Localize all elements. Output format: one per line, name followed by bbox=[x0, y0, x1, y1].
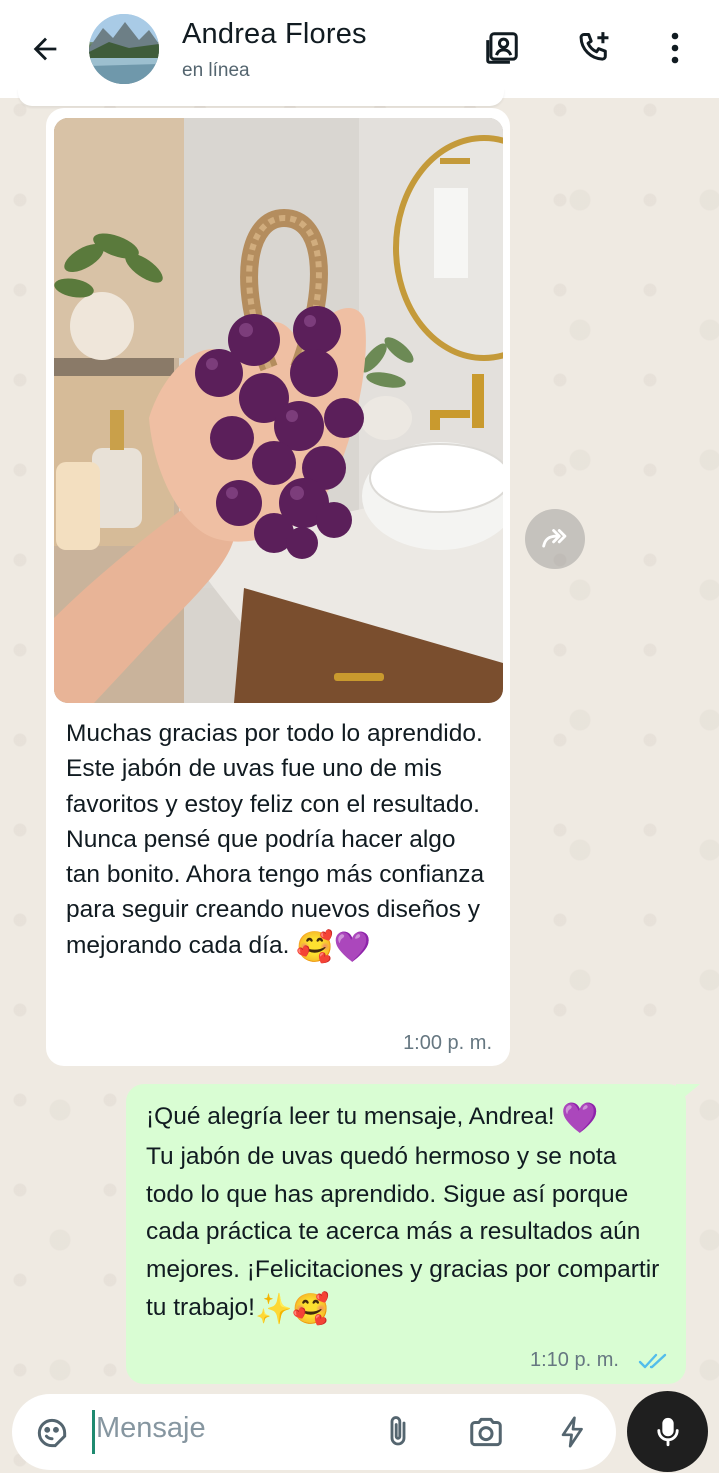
back-arrow-icon[interactable] bbox=[26, 30, 64, 68]
sticker-emoji-icon[interactable] bbox=[32, 1413, 72, 1453]
mic-icon[interactable] bbox=[627, 1391, 708, 1472]
more-vert-icon[interactable] bbox=[655, 28, 695, 68]
read-receipt-icon bbox=[638, 1350, 670, 1376]
emoji: 💜 bbox=[561, 1102, 599, 1135]
contact-card-icon[interactable] bbox=[482, 28, 522, 68]
text-caret bbox=[92, 1410, 95, 1454]
message-input[interactable]: Mensaje bbox=[96, 1412, 206, 1445]
add-call-icon[interactable] bbox=[575, 28, 615, 68]
camera-icon[interactable] bbox=[466, 1412, 506, 1452]
contact-name[interactable]: Andrea Flores bbox=[182, 18, 367, 51]
chat-header: Andrea Flores en línea bbox=[0, 0, 719, 98]
forward-icon[interactable] bbox=[525, 509, 585, 569]
emoji: ✨🥰 bbox=[254, 1292, 330, 1326]
message-photo[interactable] bbox=[54, 118, 503, 703]
outgoing-message-text: ¡Qué alegría leer tu mensaje, Andrea! 💜 … bbox=[146, 1102, 660, 1326]
bolt-icon[interactable] bbox=[553, 1412, 593, 1452]
previous-message-bubble bbox=[18, 88, 504, 106]
message-timestamp: 1:10 p. m. bbox=[530, 1349, 619, 1371]
attach-icon[interactable] bbox=[378, 1412, 418, 1452]
message-timestamp: 1:00 p. m. bbox=[403, 1032, 492, 1054]
emoji: 🥰💜 bbox=[296, 930, 371, 964]
incoming-message-text: Muchas gracias por todo lo aprendido. Es… bbox=[66, 720, 485, 964]
contact-status: en línea bbox=[182, 60, 250, 81]
avatar[interactable] bbox=[89, 14, 159, 84]
